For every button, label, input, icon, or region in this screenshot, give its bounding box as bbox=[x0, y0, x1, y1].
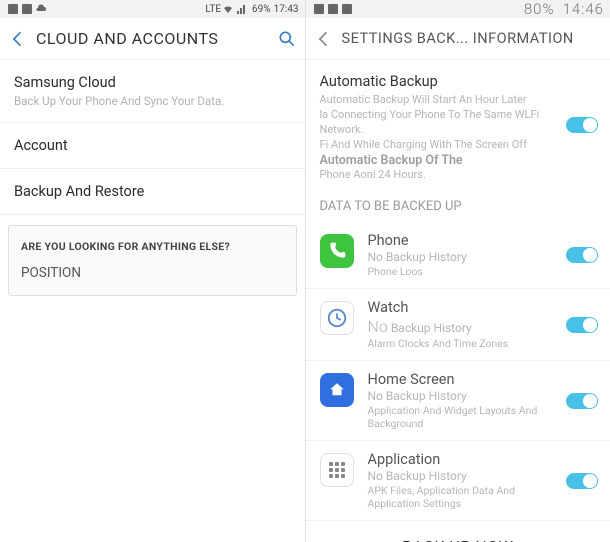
data-item-apps[interactable]: Application No Backup History APK Files,… bbox=[306, 441, 610, 521]
card-question: ARE YOU LOOKING FOR ANYTHING ELSE? bbox=[21, 240, 284, 253]
data-sub1: No Backup History bbox=[368, 317, 551, 336]
right-pane: 80% 14:46 SETTINGS BACK... INFORMATION A… bbox=[306, 0, 610, 542]
signal-icon bbox=[237, 4, 247, 14]
data-toggle[interactable] bbox=[566, 393, 598, 409]
auto-backup-toggle[interactable] bbox=[566, 117, 598, 133]
apps-icon bbox=[320, 453, 354, 487]
data-sub1: No Backup History bbox=[368, 469, 551, 483]
mail-icon bbox=[22, 4, 32, 14]
data-toggle[interactable] bbox=[566, 473, 598, 489]
item-sub: Back Up Your Phone And Sync Your Data. bbox=[14, 94, 291, 108]
phone-icon bbox=[320, 234, 354, 268]
auto-backup-desc2: Phone Aoni 24 Hours. bbox=[320, 168, 597, 181]
header-right: SETTINGS BACK... INFORMATION bbox=[306, 18, 610, 60]
status-bar-left: LTE 69% 17:43 bbox=[0, 0, 305, 18]
card-position-link[interactable]: POSITION bbox=[21, 265, 284, 281]
header-left: CLOUD AND ACCOUNTS bbox=[0, 18, 305, 60]
item-title: Samsung Cloud bbox=[14, 74, 291, 91]
data-title: Phone bbox=[368, 232, 551, 249]
search-icon[interactable] bbox=[277, 29, 297, 49]
notif-icon bbox=[328, 4, 338, 14]
notif-icon bbox=[8, 4, 18, 14]
auto-backup-title: Automatic Backup bbox=[320, 73, 597, 90]
page-title-left: CLOUD AND ACCOUNTS bbox=[36, 29, 277, 48]
auto-backup-section[interactable]: Automatic Backup Automatic Backup Will S… bbox=[306, 60, 610, 189]
data-sub2: APK Files, Application Data And Applicat… bbox=[368, 484, 551, 510]
item-account[interactable]: Account bbox=[0, 123, 305, 169]
data-sub1: No Backup History bbox=[368, 250, 551, 264]
clock-left: 17:43 bbox=[274, 4, 299, 15]
item-samsung-cloud[interactable]: Samsung Cloud Back Up Your Phone And Syn… bbox=[0, 60, 305, 123]
home-icon bbox=[320, 373, 354, 407]
data-toggle[interactable] bbox=[566, 317, 598, 333]
status-bar-right: 80% 14:46 bbox=[306, 0, 610, 18]
data-item-watch[interactable]: Watch No Backup History Alarm Clocks And… bbox=[306, 289, 610, 361]
lte-icon: LTE bbox=[205, 4, 221, 15]
data-sub2: Alarm Clocks And Time Zones bbox=[368, 337, 551, 350]
left-list: Samsung Cloud Back Up Your Phone And Syn… bbox=[0, 60, 305, 542]
notif-icon bbox=[314, 4, 324, 14]
data-toggle[interactable] bbox=[566, 247, 598, 263]
wifi-icon bbox=[223, 4, 233, 14]
back-icon[interactable] bbox=[8, 29, 28, 49]
data-title: Home Screen bbox=[368, 371, 551, 388]
right-scroll: Automatic Backup Automatic Backup Will S… bbox=[306, 60, 610, 542]
page-title-right: SETTINGS BACK... INFORMATION bbox=[342, 30, 603, 47]
auto-backup-bold: Automatic Backup Of The bbox=[320, 153, 597, 168]
item-title: Account bbox=[14, 137, 291, 154]
notif-icon bbox=[342, 4, 352, 14]
battery-pct-left: 69% bbox=[252, 4, 271, 15]
battery-pct-right: 80% bbox=[524, 0, 555, 18]
clock-right: 14:46 bbox=[563, 0, 604, 18]
auto-backup-desc: Automatic Backup Will Start An Hour Late… bbox=[320, 93, 547, 152]
group-label: DATA TO BE BACKED UP bbox=[306, 189, 610, 222]
data-item-phone[interactable]: Phone No Backup History Phone Loos bbox=[306, 222, 610, 289]
left-pane: LTE 69% 17:43 CLOUD AND ACCOUNTS Samsung… bbox=[0, 0, 306, 542]
back-icon[interactable] bbox=[314, 29, 334, 49]
data-item-home[interactable]: Home Screen No Backup History Applicatio… bbox=[306, 361, 610, 441]
backup-now-button[interactable]: BACK UP NOW bbox=[306, 521, 610, 542]
data-title: Application bbox=[368, 451, 551, 468]
suggestion-card: ARE YOU LOOKING FOR ANYTHING ELSE? POSIT… bbox=[8, 225, 297, 296]
item-title: Backup And Restore bbox=[14, 183, 291, 200]
data-sub2: Application And Widget Layouts And Backg… bbox=[368, 404, 551, 430]
data-title: Watch bbox=[368, 299, 551, 316]
item-backup-restore[interactable]: Backup And Restore bbox=[0, 169, 305, 215]
cloud-icon bbox=[36, 4, 46, 14]
clock-icon bbox=[320, 301, 354, 335]
data-sub2: Phone Loos bbox=[368, 265, 551, 278]
data-sub1: No Backup History bbox=[368, 389, 551, 403]
